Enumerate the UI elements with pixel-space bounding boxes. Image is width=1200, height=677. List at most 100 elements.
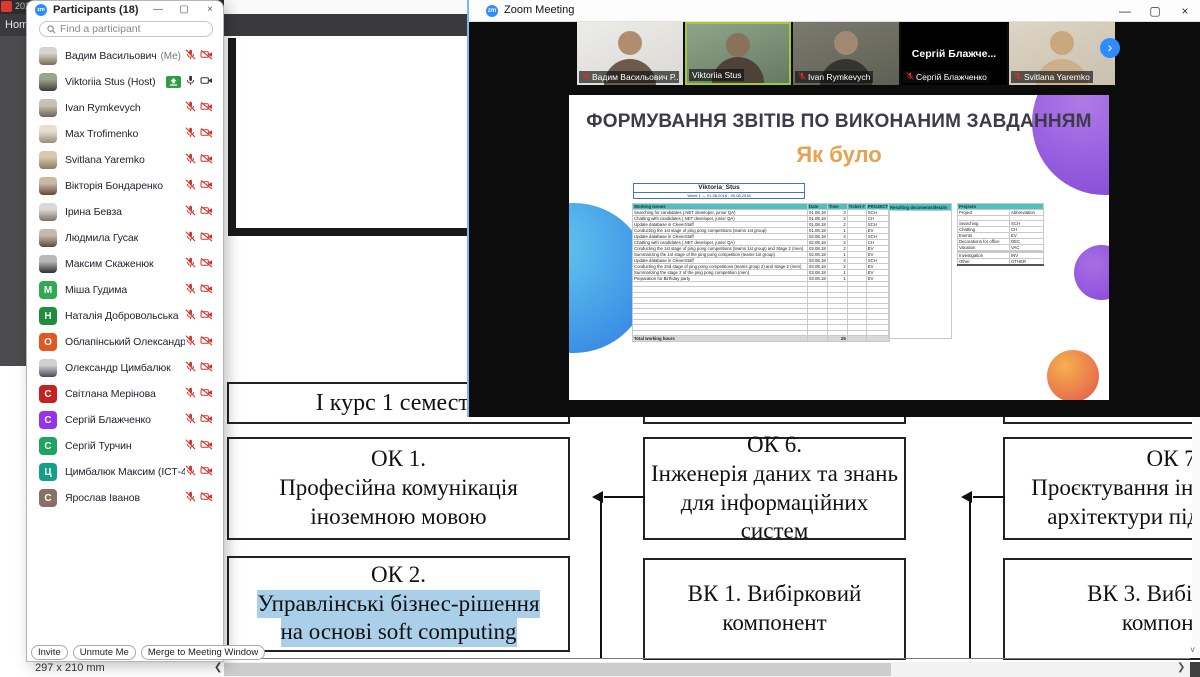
mic-status-icon[interactable] xyxy=(185,125,196,143)
scroll-down-icon[interactable]: ˅ xyxy=(1190,645,1195,655)
mic-status-icon[interactable] xyxy=(185,255,196,273)
camera-status-icon[interactable] xyxy=(200,177,213,195)
participant-row[interactable]: Н Наталія Добровольська xyxy=(27,303,223,329)
camera-status-icon[interactable] xyxy=(200,411,213,429)
participant-row[interactable]: Ц Цимбалюк Максим (ІСТ-41Д) xyxy=(27,459,223,485)
camera-status-icon[interactable] xyxy=(200,47,213,65)
zoom-app-icon: zm xyxy=(486,5,498,17)
participant-name: Max Trofimenko xyxy=(65,128,185,140)
mic-status-icon[interactable] xyxy=(185,73,196,91)
camera-status-icon[interactable] xyxy=(200,437,213,455)
invite-button[interactable]: Invite xyxy=(31,645,68,660)
avatar: С xyxy=(39,489,57,507)
mic-status-icon[interactable] xyxy=(185,359,196,377)
resulting-documents-column: Resulting documents/details xyxy=(888,203,952,339)
mic-status-icon[interactable] xyxy=(185,177,196,195)
camera-status-icon[interactable] xyxy=(200,125,213,143)
camera-status-icon[interactable] xyxy=(200,489,213,507)
mic-status-icon[interactable] xyxy=(185,151,196,169)
mic-status-icon[interactable] xyxy=(185,385,196,403)
camera-status-icon[interactable] xyxy=(200,359,213,377)
maximize-button[interactable]: ▢ xyxy=(1140,0,1170,22)
participant-name: Олександр Цимбалюк xyxy=(65,362,185,374)
avatar xyxy=(39,151,57,169)
unmute-me-button[interactable]: Unmute Me xyxy=(73,645,136,660)
mic-status-icon[interactable] xyxy=(185,229,196,247)
mic-status-icon[interactable] xyxy=(185,437,196,455)
participant-row[interactable]: Svitlana Yaremko xyxy=(27,147,223,173)
zoom-window-titlebar[interactable] xyxy=(469,0,1200,22)
camera-status-icon[interactable] xyxy=(200,333,213,351)
participant-row[interactable]: Ivan Rymkevych xyxy=(27,95,223,121)
camera-status-icon[interactable] xyxy=(200,281,213,299)
participants-title: Participants (18) xyxy=(53,4,139,16)
pdf-menu-home-tab[interactable]: Hom xyxy=(5,19,28,31)
participant-row[interactable]: Вікторія Бондаренко xyxy=(27,173,223,199)
mic-off-icon xyxy=(906,72,914,82)
maximize-button[interactable]: ▢ xyxy=(171,1,197,19)
projects-abbreviation-table: ProjectsProjectAbbreviationSearchingSCHC… xyxy=(957,203,1044,266)
camera-status-icon[interactable] xyxy=(200,255,213,273)
video-tile[interactable]: Ivan Rymkevych xyxy=(793,22,899,85)
participant-row[interactable]: Максим Скаженюк xyxy=(27,251,223,277)
document-edge xyxy=(224,658,1190,659)
mic-status-icon[interactable] xyxy=(185,489,196,507)
video-tile[interactable]: Вадим Васильович Р... xyxy=(577,22,683,85)
horizontal-scrollbar-thumb[interactable] xyxy=(224,663,891,676)
mic-off-icon xyxy=(185,491,196,502)
participant-row[interactable]: М Міша Гудима xyxy=(27,277,223,303)
participant-row[interactable]: Ірина Бевза xyxy=(27,199,223,225)
box-line: Інженерія даних та знань xyxy=(651,460,898,489)
mic-off-icon xyxy=(185,179,196,190)
video-tile[interactable]: Svitlana Yaremko xyxy=(1009,22,1115,85)
camera-off-icon xyxy=(200,309,213,320)
camera-status-icon[interactable] xyxy=(200,463,213,481)
mic-status-icon[interactable] xyxy=(185,463,196,481)
mic-off-icon xyxy=(185,49,196,60)
minimize-button[interactable]: — xyxy=(145,1,171,19)
participant-row[interactable]: С Ярослав Іванов xyxy=(27,485,223,511)
camera-status-icon[interactable] xyxy=(200,99,213,117)
participant-row[interactable]: Вадим Васильович РОМА... (Me) xyxy=(27,43,223,69)
avatar: С xyxy=(39,437,57,455)
vertical-scrollbar[interactable] xyxy=(1192,417,1200,658)
mic-status-icon[interactable] xyxy=(185,47,196,65)
minimize-button[interactable]: — xyxy=(1110,0,1140,22)
participant-row[interactable]: С Світлана Мерінова xyxy=(27,381,223,407)
camera-status-icon[interactable] xyxy=(200,229,213,247)
video-tile[interactable]: Viktoriia Stus xyxy=(685,22,791,85)
mic-off-icon xyxy=(1014,72,1022,80)
close-button[interactable]: × xyxy=(1170,0,1200,22)
mic-status-icon[interactable] xyxy=(185,281,196,299)
camera-off-icon xyxy=(200,491,213,502)
camera-status-icon[interactable] xyxy=(200,307,213,325)
camera-status-icon[interactable] xyxy=(200,385,213,403)
mic-off-icon xyxy=(185,309,196,320)
participant-row[interactable]: Max Trofimenko xyxy=(27,121,223,147)
merge-to-meeting-window-button[interactable]: Merge to Meeting Window xyxy=(141,645,265,660)
mic-status-icon[interactable] xyxy=(185,307,196,325)
mic-status-icon[interactable] xyxy=(185,333,196,351)
participant-row[interactable]: Олександр Цимбалюк xyxy=(27,355,223,381)
scroll-left-icon[interactable]: ❮ xyxy=(214,662,222,673)
search-input[interactable]: Find a participant xyxy=(39,21,213,37)
participant-row[interactable]: Людмила Гусак xyxy=(27,225,223,251)
mic-status-icon[interactable] xyxy=(185,411,196,429)
tile-name-label: Ivan Rymkevych xyxy=(795,71,873,83)
participant-row[interactable]: С Сергій Блажченко xyxy=(27,407,223,433)
box-line: компонент xyxy=(722,609,826,638)
participant-row[interactable]: О Облапінський Олександр xyxy=(27,329,223,355)
close-button[interactable]: × xyxy=(197,1,223,19)
participant-row[interactable]: Viktoriia Stus (Host) xyxy=(27,69,223,95)
mic-status-icon[interactable] xyxy=(185,203,196,221)
avatar xyxy=(39,73,57,91)
video-tile[interactable]: Сергій Блажче... Сергій Блажченко xyxy=(901,22,1007,85)
next-page-button[interactable]: › xyxy=(1100,38,1120,58)
camera-status-icon[interactable] xyxy=(200,73,213,91)
camera-status-icon[interactable] xyxy=(200,151,213,169)
mic-status-icon[interactable] xyxy=(185,99,196,117)
participant-row[interactable]: С Сергій Турчин xyxy=(27,433,223,459)
camera-status-icon[interactable] xyxy=(200,203,213,221)
scroll-right-icon[interactable]: ❯ xyxy=(1177,662,1185,673)
avatar xyxy=(39,255,57,273)
